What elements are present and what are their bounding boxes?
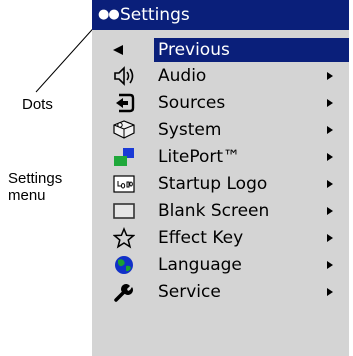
menu-item-label: Previous [158, 40, 230, 60]
liteport-icon [112, 145, 136, 169]
speaker-icon [112, 64, 136, 88]
submenu-arrow-icon [327, 72, 333, 80]
menu-item-label: Service [158, 282, 221, 302]
submenu-arrow-icon [327, 288, 333, 296]
menu-item-label: LitePort™ [158, 147, 241, 167]
blank-screen-icon [112, 199, 136, 223]
settings-menu: ●● Settings Previous Audio Sources Syste… [92, 0, 349, 356]
menu-item-label: Effect Key [158, 228, 244, 248]
globe-icon [112, 253, 136, 277]
menu-item-startup-logo[interactable]: Startup Logo [92, 171, 349, 197]
menu-item-label: Language [158, 255, 242, 275]
submenu-arrow-icon [327, 126, 333, 134]
menu-item-service[interactable]: Service [92, 279, 349, 305]
submenu-arrow-icon [327, 207, 333, 215]
menu-item-audio[interactable]: Audio [92, 63, 349, 89]
menu-item-label: Startup Logo [158, 174, 268, 194]
menu-item-label: Sources [158, 93, 226, 113]
menu-dots: ●● [98, 7, 120, 22]
menu-item-liteport[interactable]: LitePort™ [92, 144, 349, 170]
system-icon [112, 118, 136, 142]
menu-item-label: System [158, 120, 222, 140]
dots-callout-label: Dots [22, 96, 53, 113]
menu-item-sources[interactable]: Sources [92, 90, 349, 116]
submenu-arrow-icon [327, 153, 333, 161]
menu-item-previous[interactable]: Previous [92, 37, 349, 63]
wrench-icon [112, 280, 136, 304]
menu-item-system[interactable]: System [92, 117, 349, 143]
submenu-arrow-icon [327, 234, 333, 242]
menu-header: ●● Settings [92, 0, 349, 30]
logo-icon [112, 172, 136, 196]
star-icon [112, 226, 136, 250]
menu-item-language[interactable]: Language [92, 252, 349, 278]
settings-menu-callout-label: Settings menu [8, 170, 88, 204]
settings-menu-callout-line1: Settings [8, 170, 63, 187]
menu-item-blank-screen[interactable]: Blank Screen [92, 198, 349, 224]
back-arrow-icon [106, 38, 130, 62]
menu-title: Settings [120, 5, 190, 25]
settings-menu-callout-line2: menu [8, 187, 46, 204]
submenu-arrow-icon [327, 261, 333, 269]
menu-item-label: Audio [158, 66, 207, 86]
submenu-arrow-icon [327, 180, 333, 188]
menu-item-label: Blank Screen [158, 201, 270, 221]
source-input-icon [112, 91, 136, 115]
menu-item-effect-key[interactable]: Effect Key [92, 225, 349, 251]
submenu-arrow-icon [327, 99, 333, 107]
